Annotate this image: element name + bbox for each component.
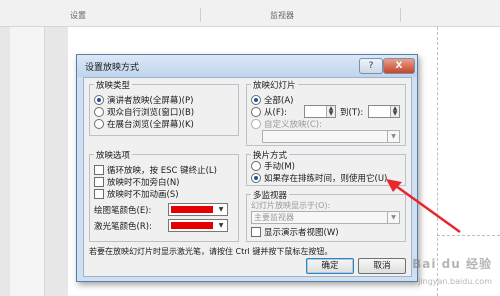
annotation-arrow-line — [395, 184, 461, 234]
watermark-url: jingyan.baidu.com — [418, 277, 492, 286]
baidu-watermark: Bai du 经验 — [412, 257, 492, 271]
annotation-arrow — [386, 179, 461, 234]
